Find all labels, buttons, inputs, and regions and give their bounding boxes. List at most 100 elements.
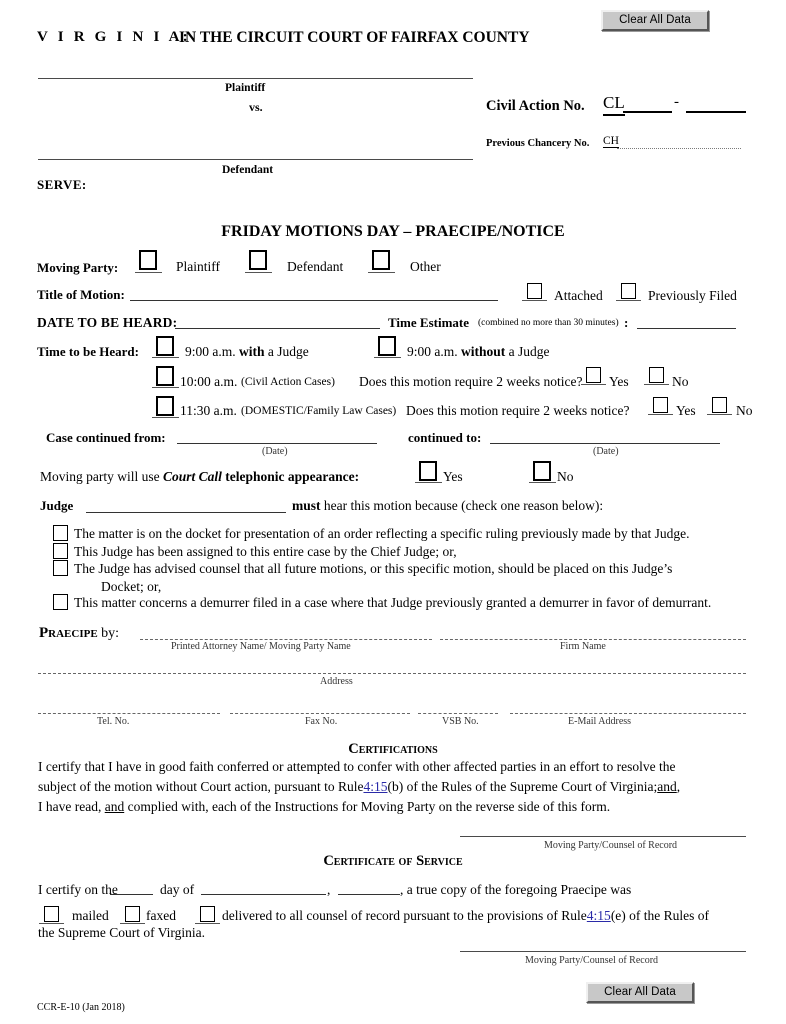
- time-900-with-judge-label: 9:00 a.m. with a Judge: [185, 344, 309, 360]
- cos-delivered-text: delivered to all counsel of record pursu…: [222, 908, 709, 924]
- time-1130-checkbox[interactable]: [156, 396, 174, 416]
- certifications-line1: I certify that I have in good faith conf…: [38, 759, 676, 774]
- court-call-no-checkbox[interactable]: [533, 461, 551, 481]
- civil-action-prefix: CL: [603, 93, 625, 116]
- judge-reason-1-checkbox[interactable]: [53, 525, 68, 541]
- certifications-line2-and: and: [657, 779, 677, 794]
- time-900-without-bold: without: [461, 344, 506, 359]
- form-page: Clear All Data V I R G I N I A: IN THE C…: [0, 0, 786, 1024]
- praecipe-address-input[interactable]: [38, 673, 746, 674]
- previously-filed-checkbox[interactable]: [621, 283, 636, 299]
- cos-faxed-checkbox[interactable]: [125, 906, 140, 922]
- time-1130-label: 11:30 a.m.: [180, 403, 237, 418]
- cos-year-input[interactable]: [338, 894, 400, 895]
- time-1130-yes-label: Yes: [676, 403, 696, 418]
- case-continued-to-date-caption: (Date): [593, 446, 619, 457]
- judge-prompt-post: hear this motion because (check one reas…: [323, 498, 604, 513]
- chancery-prefix: CH: [603, 135, 619, 148]
- time-1130-yes-checkbox[interactable]: [653, 397, 668, 413]
- time-estimate-input[interactable]: [637, 328, 736, 329]
- certifications-line3-pre: I have read,: [38, 799, 102, 814]
- judge-reason-4-checkbox[interactable]: [53, 594, 68, 610]
- certifications-signature-caption: Moving Party/Counsel of Record: [544, 840, 678, 851]
- cos-delivered-pre: delivered to all counsel of record pursu…: [222, 908, 587, 923]
- judge-reason-2-checkbox[interactable]: [53, 543, 68, 559]
- certifications-line3-and: and: [104, 799, 125, 814]
- time-900-without-post: a Judge: [508, 344, 550, 359]
- attached-checkbox[interactable]: [527, 283, 542, 299]
- court-call-brand: Court Call: [163, 469, 222, 484]
- cos-signature-line[interactable]: [460, 951, 746, 952]
- cos-mailed-checkbox[interactable]: [44, 906, 59, 922]
- time-900-without-pre: 9:00 a.m.: [407, 344, 458, 359]
- cos-faxed-underline: [120, 923, 145, 924]
- praecipe-attorney-caption: Printed Attorney Name/ Moving Party Name: [171, 641, 351, 652]
- case-continued-from-input[interactable]: [177, 443, 377, 444]
- cos-day-input[interactable]: [110, 894, 153, 895]
- civil-action-no-label: Civil Action No.: [486, 98, 585, 114]
- time-900-without-judge-checkbox[interactable]: [378, 336, 396, 356]
- date-to-be-heard-input[interactable]: [175, 328, 380, 329]
- time-900-with-judge-checkbox[interactable]: [156, 336, 174, 356]
- certificate-of-service-heading: Certificate of Service: [323, 853, 463, 869]
- moving-party-plaintiff-label: Plaintiff: [176, 259, 221, 274]
- time-1000-note: (Civil Action Cases): [241, 376, 335, 388]
- certifications-heading: Certifications: [348, 741, 438, 757]
- title-of-motion-input[interactable]: [130, 300, 498, 301]
- rule-4-15-link-e[interactable]: 4:15: [587, 908, 611, 923]
- attached-label: Attached: [554, 288, 603, 303]
- time-900-with-post: a Judge: [267, 344, 309, 359]
- moving-party-plaintiff-underline: [135, 272, 162, 273]
- cos-mailed-label: mailed: [72, 908, 109, 923]
- judge-must-bold: must: [292, 498, 321, 513]
- praecipe-address-caption: Address: [320, 676, 353, 687]
- praecipe-vsb-input[interactable]: [418, 713, 498, 714]
- time-1000-yes-checkbox[interactable]: [586, 367, 601, 383]
- rule-4-15-link-b[interactable]: 4:15: [363, 779, 387, 794]
- cos-line2: the Supreme Court of Virginia.: [38, 925, 206, 940]
- judge-input[interactable]: [86, 512, 286, 513]
- defendant-rule: [38, 159, 473, 160]
- judge-reason-prompt: must hear this motion because (check one…: [292, 498, 603, 514]
- cos-month-input[interactable]: [201, 894, 326, 895]
- attached-underline: [522, 300, 547, 301]
- civil-action-field-part1[interactable]: [623, 111, 672, 113]
- cos-delivered-checkbox[interactable]: [200, 906, 215, 922]
- chancery-field[interactable]: [617, 148, 741, 149]
- case-continued-from-label: Case continued from:: [46, 430, 166, 445]
- praecipe-tel-input[interactable]: [38, 713, 220, 714]
- court-call-post: telephonic appearance: [225, 469, 355, 484]
- judge-reason-2-label: This Judge has been assigned to this ent…: [74, 544, 457, 559]
- time-1000-no-checkbox[interactable]: [649, 367, 664, 383]
- praecipe-fax-input[interactable]: [230, 713, 410, 714]
- judge-reason-3-continuation: Docket; or,: [101, 579, 162, 594]
- case-continued-from-date-caption: (Date): [262, 446, 288, 457]
- time-1000-question: Does this motion require 2 weeks notice?: [359, 374, 583, 389]
- praecipe-email-input[interactable]: [510, 713, 746, 714]
- case-continued-to-label: continued to:: [408, 430, 482, 445]
- praecipe-fax-caption: Fax No.: [305, 716, 338, 727]
- praecipe-by-word: by:: [101, 626, 120, 641]
- clear-all-data-button-top[interactable]: Clear All Data: [601, 10, 709, 31]
- moving-party-other-checkbox[interactable]: [372, 250, 390, 270]
- certifications-signature-line[interactable]: [460, 836, 746, 837]
- plaintiff-label: Plaintiff: [225, 82, 266, 94]
- time-1130-no-checkbox[interactable]: [712, 397, 727, 413]
- time-1130-no-label: No: [736, 403, 753, 418]
- time-1000-checkbox[interactable]: [156, 366, 174, 386]
- judge-reason-3-checkbox[interactable]: [53, 560, 68, 576]
- time-900-with-judge-underline: [152, 357, 179, 358]
- court-call-yes-checkbox[interactable]: [419, 461, 437, 481]
- cos-mailed-underline: [39, 923, 64, 924]
- case-continued-to-input[interactable]: [490, 443, 720, 444]
- praecipe-firm-name-input[interactable]: [440, 639, 746, 640]
- time-1000-underline: [152, 387, 179, 388]
- moving-party-other-underline: [368, 272, 395, 273]
- civil-action-field-part2[interactable]: [686, 111, 746, 113]
- clear-all-data-button-bottom[interactable]: Clear All Data: [586, 982, 694, 1003]
- moving-party-defendant-checkbox[interactable]: [249, 250, 267, 270]
- moving-party-plaintiff-checkbox[interactable]: [139, 250, 157, 270]
- previously-filed-label: Previously Filed: [648, 288, 737, 303]
- praecipe-attorney-name-input[interactable]: [140, 639, 432, 640]
- title-of-motion-label: Title of Motion:: [37, 287, 125, 302]
